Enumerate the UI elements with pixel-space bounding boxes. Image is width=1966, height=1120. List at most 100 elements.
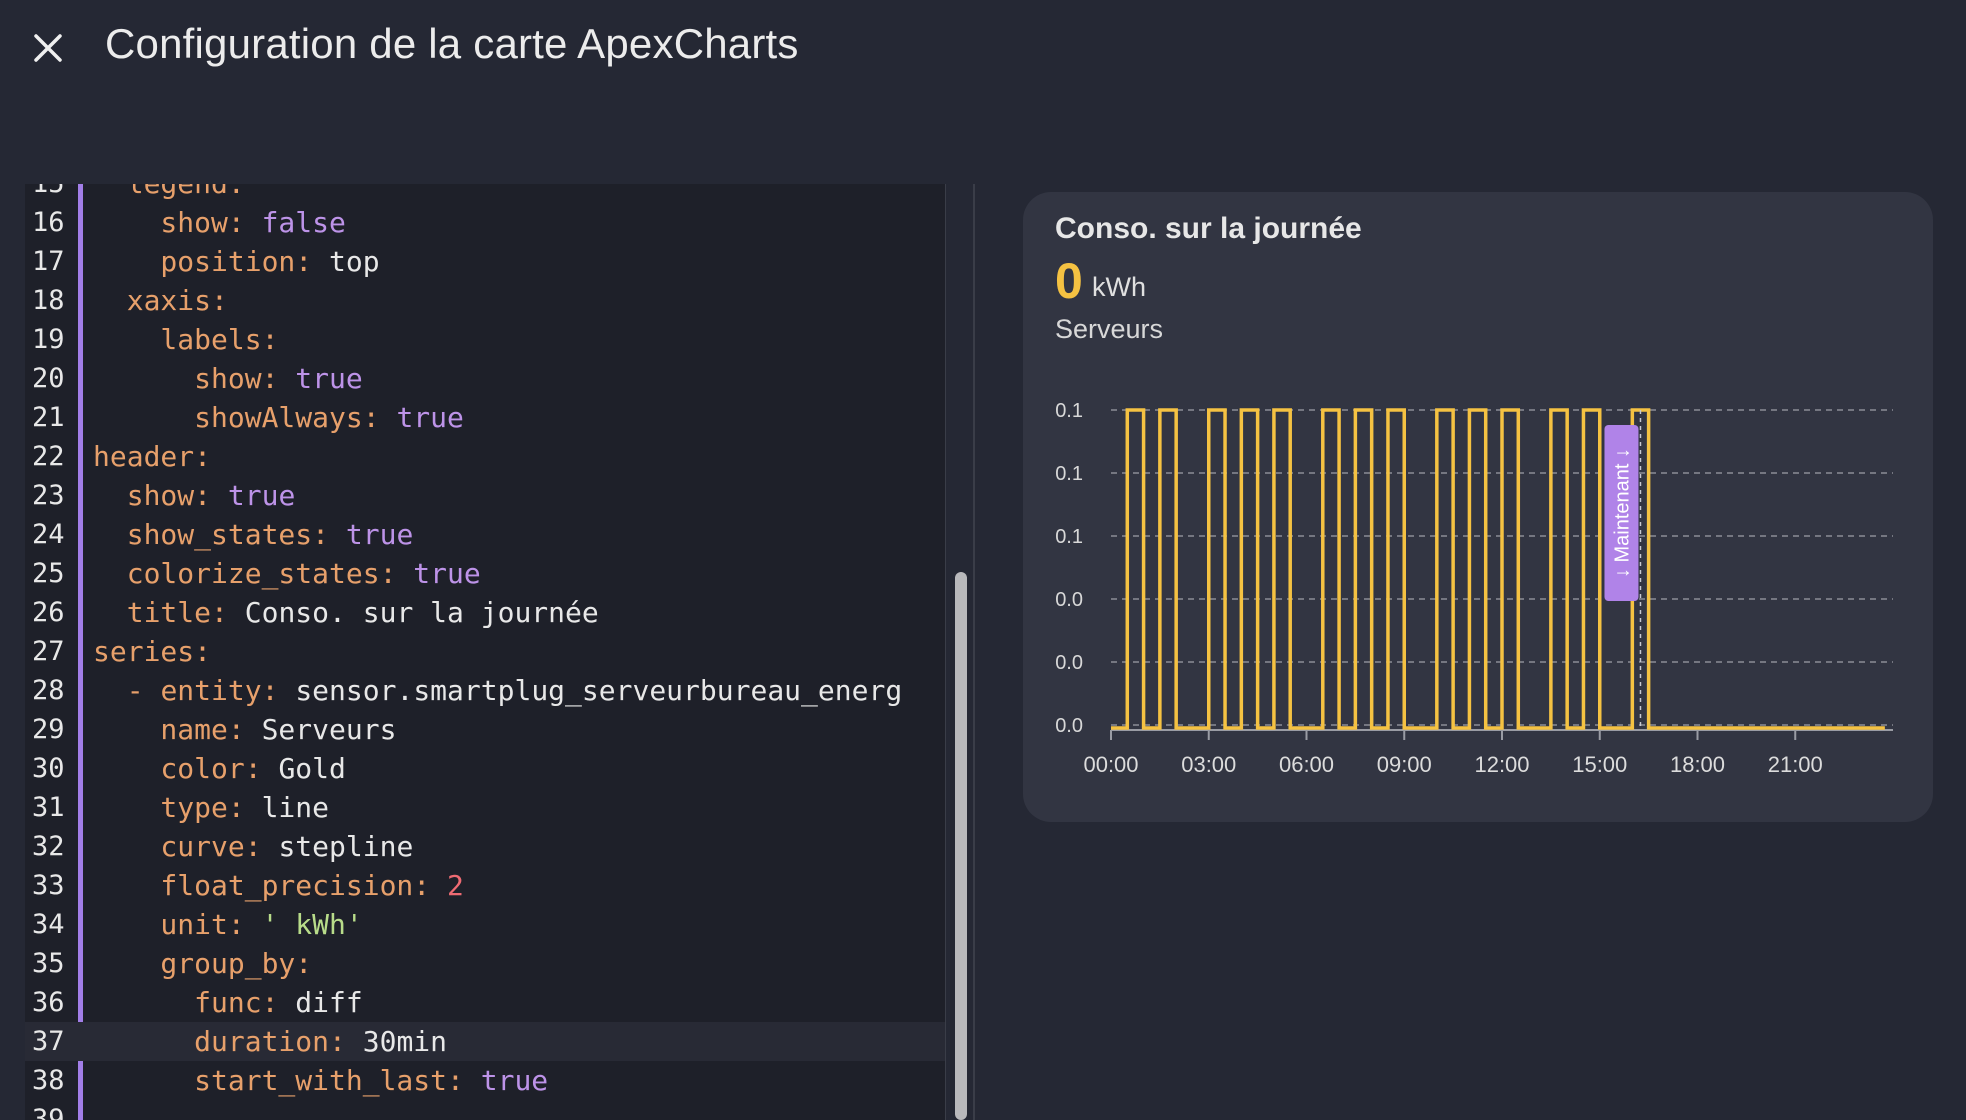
- code-token: stepline: [278, 830, 414, 863]
- code-token: colorize_states: [93, 557, 380, 590]
- code-token: false: [261, 206, 346, 239]
- code-token: show: [93, 362, 262, 395]
- code-token: sensor.smartplug_serveurbureau_energ: [295, 674, 903, 707]
- code-token: :: [211, 284, 228, 317]
- line-number: 18: [32, 285, 65, 316]
- code-token: :: [295, 947, 313, 980]
- code-line[interactable]: 34 unit: ' kWh': [25, 905, 945, 944]
- y-tick-label: 0.1: [1055, 526, 1083, 548]
- code-text: header:: [93, 437, 211, 476]
- code-line[interactable]: 33 float_precision: 2: [25, 866, 945, 905]
- yaml-code-editor[interactable]: 15 legend:16 show: false17 position: top…: [25, 184, 975, 1120]
- line-number: 24: [32, 519, 65, 550]
- code-token: entity: [160, 674, 262, 707]
- code-text: position: top: [93, 242, 379, 281]
- code-text: - entity: sensor.smartplug_serveurbureau…: [93, 671, 902, 710]
- x-tick-label: 18:00: [1670, 752, 1725, 777]
- code-text: series:: [93, 632, 211, 671]
- code-token: showAlways: [93, 401, 363, 434]
- code-text: func: diff: [93, 983, 363, 1022]
- y-tick-label: 0.1: [1055, 400, 1083, 422]
- code-line[interactable]: 23 show: true: [25, 476, 945, 515]
- line-number: 29: [32, 714, 65, 745]
- x-tick-label: 21:00: [1768, 752, 1823, 777]
- code-token: float_precision: [93, 869, 414, 902]
- line-number: 26: [32, 597, 65, 628]
- code-token: :: [244, 830, 279, 863]
- code-line[interactable]: 17 position: top: [25, 242, 945, 281]
- code-line[interactable]: 22 header:: [25, 437, 945, 476]
- code-line[interactable]: 24 show_states: true: [25, 515, 945, 554]
- code-line[interactable]: 38 start_with_last: true: [25, 1061, 945, 1100]
- code-token: legend:: [93, 184, 245, 200]
- code-line[interactable]: 31 type: line: [25, 788, 945, 827]
- code-line[interactable]: 15 legend:: [25, 184, 945, 203]
- editor-scrollbar-thumb[interactable]: [955, 572, 967, 1120]
- code-text: unit: ' kWh': [93, 905, 362, 944]
- code-text: name: Serveurs: [93, 710, 396, 749]
- now-annotation-label: ↓ Maintenant ↓: [1611, 448, 1633, 578]
- code-token: :: [413, 869, 448, 902]
- code-token: show: [93, 479, 195, 512]
- code-line[interactable]: 32 curve: stepline: [25, 827, 945, 866]
- code-token: :: [362, 401, 397, 434]
- code-line[interactable]: 25 colorize_states: true: [25, 554, 945, 593]
- code-token: 30min: [362, 1025, 448, 1058]
- line-number: 15: [32, 184, 78, 203]
- code-line[interactable]: 35 group_by:: [25, 944, 945, 983]
- code-line[interactable]: 19 labels:: [25, 320, 945, 359]
- x-tick-label: 12:00: [1474, 752, 1529, 777]
- code-line[interactable]: 30 color: Gold: [25, 749, 945, 788]
- code-token: line: [261, 791, 330, 824]
- code-token: true: [295, 362, 363, 395]
- code-token: :: [194, 440, 212, 473]
- y-tick-label: 0.1: [1055, 463, 1083, 485]
- code-token: 2: [447, 869, 464, 902]
- code-token: :: [227, 713, 262, 746]
- code-line[interactable]: 27 series:: [25, 632, 945, 671]
- code-line[interactable]: 29 name: Serveurs: [25, 710, 945, 749]
- line-number: 17: [32, 246, 65, 277]
- code-token: series: [93, 635, 195, 668]
- code-line[interactable]: 37 duration: 30min: [25, 1022, 945, 1061]
- y-tick-label: 0.0: [1055, 652, 1083, 674]
- code-line[interactable]: 36 func: diff: [25, 983, 945, 1022]
- code-token: :: [295, 245, 330, 278]
- x-tick-label: 15:00: [1572, 752, 1627, 777]
- pane-divider: [973, 184, 975, 1120]
- code-text: title: Conso. sur la journée: [93, 593, 599, 632]
- code-line[interactable]: 20 show: true: [25, 359, 945, 398]
- x-tick-label: 00:00: [1083, 752, 1138, 777]
- line-number: 21: [32, 402, 65, 433]
- code-line[interactable]: 39: [25, 1100, 945, 1120]
- code-line[interactable]: 26 title: Conso. sur la journée: [25, 593, 945, 632]
- code-token: true: [345, 518, 414, 551]
- code-token: Gold: [278, 752, 346, 785]
- code-text: start_with_last: true: [93, 1061, 548, 1100]
- dialog-title: Configuration de la carte ApexCharts: [105, 20, 799, 67]
- line-number: 38: [32, 1065, 65, 1096]
- line-number: 16: [32, 207, 65, 238]
- x-tick-label: 06:00: [1279, 752, 1334, 777]
- line-number: 22: [32, 441, 65, 472]
- code-text: show: true: [93, 476, 296, 515]
- code-token: title: [93, 596, 212, 629]
- code-token: :: [227, 206, 262, 239]
- code-token: true: [396, 401, 464, 434]
- close-button[interactable]: [26, 26, 70, 70]
- code-line[interactable]: 18 xaxis:: [25, 281, 945, 320]
- code-line[interactable]: 21 showAlways: true: [25, 398, 945, 437]
- code-text: xaxis:: [93, 281, 228, 320]
- code-line[interactable]: 16 show: false: [25, 203, 945, 242]
- code-text: colorize_states: true: [93, 554, 481, 593]
- code-token: unit: [93, 908, 228, 941]
- code-token: header: [93, 440, 195, 473]
- series-serveurs-line: [1111, 408, 1885, 730]
- code-line[interactable]: 28 - entity: sensor.smartplug_serveurbur…: [25, 671, 945, 710]
- code-token: :: [447, 1064, 481, 1097]
- code-token: show: [93, 206, 228, 239]
- code-token: Conso. sur la journée: [244, 596, 599, 629]
- code-token: show_states: [93, 518, 313, 551]
- code-token: -: [93, 674, 161, 707]
- code-text: float_precision: 2: [93, 866, 464, 905]
